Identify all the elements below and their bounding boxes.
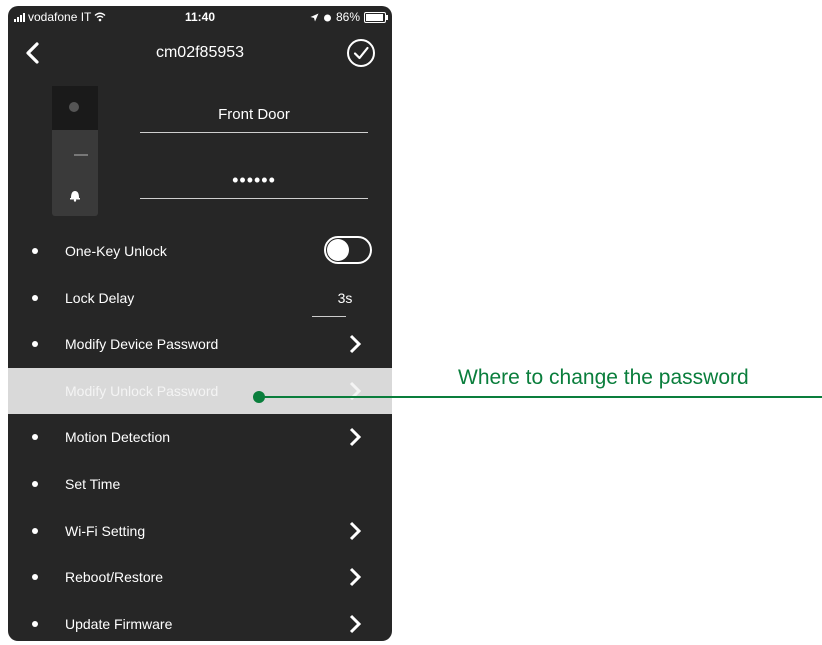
bell-icon (70, 191, 80, 202)
list-item-lock-delay[interactable]: Lock Delay 3s (8, 275, 392, 322)
annotation-callout: Where to change the password (458, 366, 749, 389)
bullet-icon (32, 248, 38, 254)
bullet-icon (32, 434, 38, 441)
list-item-label: Set Time (65, 475, 121, 492)
bullet-icon (32, 527, 38, 534)
settings-list: One-Key Unlock Lock Delay 3s Modify Devi… (8, 228, 392, 641)
bullet-icon (32, 480, 38, 487)
list-item-label: Motion Detection (65, 429, 171, 446)
camera-lens-icon (69, 102, 79, 112)
doorbell-device-image (52, 86, 98, 216)
list-item-modify-device-password[interactable]: Modify Device Password (8, 321, 392, 368)
one-key-unlock-toggle[interactable] (324, 236, 372, 264)
list-item-set-time[interactable]: Set Time (8, 461, 392, 508)
bullet-icon (32, 574, 38, 581)
list-item-label: One-Key Unlock (65, 243, 167, 259)
bullet-icon (32, 341, 38, 348)
location-icon (310, 13, 319, 21)
list-item-reboot-restore[interactable]: Reboot/Restore (8, 554, 392, 601)
list-item-modify-unlock-password[interactable]: Modify Unlock Password (8, 367, 392, 415)
device-id-title: cm02f85953 (155, 44, 245, 61)
device-password-field[interactable]: •••••• (140, 168, 368, 199)
list-item-one-key-unlock[interactable]: One-Key Unlock (8, 228, 392, 275)
annotation-leader-line (263, 396, 822, 398)
list-item-motion-detection[interactable]: Motion Detection (8, 414, 392, 461)
phone-screen: vodafone IT 11:40 86% cm02f85953 Front D… (8, 6, 392, 641)
list-item-label: Wi-Fi Setting (65, 522, 146, 539)
list-item-label: Modify Unlock Password (65, 382, 219, 399)
chevron-right-icon[interactable] (348, 427, 362, 447)
list-item-label: Update Firmware (65, 615, 173, 632)
battery-icon (364, 11, 388, 23)
chevron-right-icon[interactable] (348, 521, 362, 541)
bullet-icon (32, 294, 38, 301)
bullet-icon (32, 387, 38, 394)
list-item-wifi-setting[interactable]: Wi-Fi Setting (8, 508, 392, 555)
nav-bar: cm02f85953 (8, 28, 392, 78)
chevron-right-icon[interactable] (348, 567, 362, 587)
chevron-right-icon[interactable] (348, 614, 362, 634)
list-item-label: Modify Device Password (65, 336, 219, 353)
device-name-field[interactable]: Front Door (140, 102, 368, 133)
confirm-check-icon[interactable] (346, 38, 376, 68)
list-item-update-firmware[interactable]: Update Firmware (8, 601, 392, 641)
annotation-pointer-dot (253, 391, 265, 403)
alarm-icon (323, 14, 331, 21)
bullet-icon (32, 620, 38, 627)
status-bar: vodafone IT 11:40 86% (8, 6, 392, 28)
chevron-right-icon[interactable] (348, 334, 362, 354)
list-item-label: Lock Delay (65, 289, 135, 306)
list-item-label: Reboot/Restore (65, 569, 164, 586)
lock-delay-value[interactable]: 3s (328, 290, 362, 306)
battery-percent: 86% (335, 10, 360, 24)
